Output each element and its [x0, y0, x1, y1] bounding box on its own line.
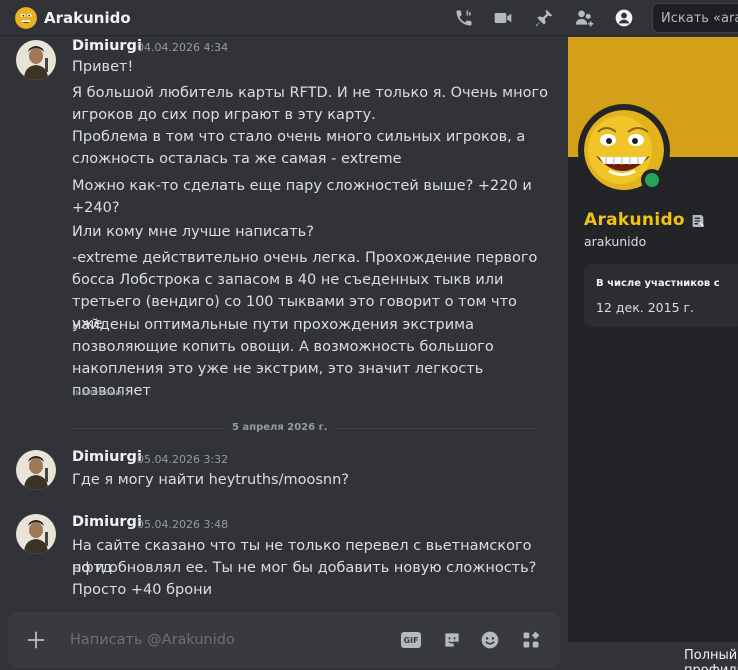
- member-since-label: В числе участников с: [596, 278, 720, 289]
- message-line: Привет!: [72, 59, 134, 75]
- emoji-icon[interactable]: [479, 629, 501, 651]
- profile-panel: Arakunido arakunido В числе участников с…: [568, 37, 738, 642]
- profile-username: arakunido: [584, 234, 647, 249]
- gif-icon[interactable]: GIF: [400, 629, 422, 651]
- header-avatar[interactable]: [15, 7, 37, 29]
- channel-header: Arakunido: [0, 0, 738, 36]
- edited-marker: (изменено): [72, 388, 125, 398]
- message-list: Dimiurgi 04.04.2026 4:34 Привет! Я больш…: [0, 37, 568, 610]
- profile-footer: Полный профиль: [568, 642, 738, 670]
- message-line: позволяющие копить овощи. А возможность …: [72, 339, 494, 355]
- channel-title: Arakunido: [44, 9, 131, 27]
- message-line: но и обновлял ее. Ты не мог бы добавить …: [72, 560, 537, 576]
- message-line: Проблема в том что стало очень много сил…: [72, 129, 526, 145]
- video-call-icon[interactable]: [492, 7, 514, 29]
- online-status-indicator: [641, 169, 663, 191]
- message-line: Или кому мне лучше написать?: [72, 224, 314, 240]
- message-line: найдены оптимальные пути прохождения экс…: [72, 317, 474, 333]
- message-timestamp: 05.04.2026 3:32: [137, 453, 229, 466]
- avatar[interactable]: [16, 450, 56, 490]
- message-line: босса Лобстрока с запасом в 40 не съеден…: [72, 272, 504, 288]
- message-line: Можно как-то сделать еще пару сложностей…: [72, 178, 532, 194]
- profile-display-name: Arakunido: [584, 210, 685, 230]
- full-profile-link[interactable]: Полный профиль: [684, 648, 738, 670]
- message-line: сложность осталась та же самая - extreme: [72, 151, 402, 167]
- message-composer: GIF: [8, 612, 560, 668]
- avatar[interactable]: [16, 514, 56, 554]
- message-line: -extreme действительно очень легка. Прох…: [72, 250, 538, 266]
- member-since-date: 12 дек. 2015 г.: [596, 300, 695, 315]
- date-divider-label: 5 апреля 2026 г.: [226, 422, 334, 433]
- message-timestamp: 05.04.2026 3:48: [137, 518, 229, 531]
- avatar[interactable]: [16, 40, 56, 80]
- member-since-card: В числе участников с 12 дек. 2015 г.: [584, 264, 738, 327]
- message-line: Где я могу найти heytruths/moosnn?: [72, 472, 349, 488]
- message-line: игроков до сих пор играют в эту карту.: [72, 107, 376, 123]
- add-friend-icon[interactable]: [573, 7, 595, 29]
- message-line: накопления это уже не экстрим, это значи…: [72, 361, 488, 399]
- message-author[interactable]: Dimiurgi: [72, 514, 142, 530]
- message-line: +240?: [72, 200, 120, 216]
- message-line: Просто +40 брони: [72, 582, 213, 598]
- note-icon[interactable]: [690, 213, 708, 231]
- plus-icon[interactable]: [24, 628, 48, 652]
- message-line: Я большой любитель карты RFTD. И не толь…: [72, 85, 548, 101]
- gif-label: GIF: [401, 632, 421, 648]
- message-input[interactable]: [70, 626, 390, 654]
- phone-call-icon[interactable]: [453, 7, 475, 29]
- message-timestamp: 04.04.2026 4:34: [137, 41, 229, 54]
- apps-icon[interactable]: [520, 629, 542, 651]
- pin-icon[interactable]: [533, 7, 555, 29]
- message-author[interactable]: Dimiurgi: [72, 38, 142, 54]
- sticker-icon[interactable]: [441, 629, 463, 651]
- profile-toggle-icon[interactable]: [613, 7, 635, 29]
- search-input[interactable]: [652, 3, 738, 33]
- message-author[interactable]: Dimiurgi: [72, 449, 142, 465]
